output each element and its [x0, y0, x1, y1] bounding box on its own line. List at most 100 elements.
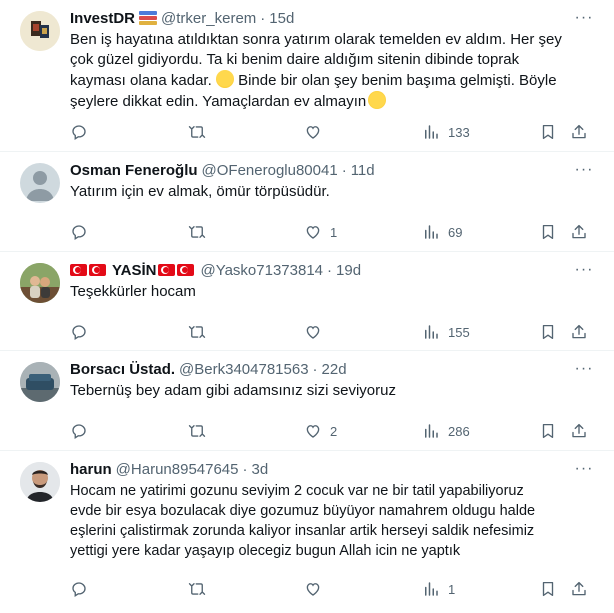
- reply-button[interactable]: [70, 122, 88, 142]
- author-handle[interactable]: @trker_kerem: [161, 10, 256, 27]
- tweet-time[interactable]: 15d: [269, 10, 294, 27]
- reply-icon: [72, 125, 86, 140]
- like-button[interactable]: 1: [304, 222, 337, 242]
- tweet-time[interactable]: 22d: [322, 361, 347, 378]
- tweet-actions: 155: [70, 322, 594, 342]
- tweet-actions: 2 286: [70, 421, 594, 441]
- smiling-face-emoji-icon: [215, 70, 234, 88]
- author-name[interactable]: Osman Feneroğlu: [70, 162, 198, 179]
- views-button[interactable]: 155: [422, 322, 470, 342]
- default-avatar-image: [26, 171, 54, 201]
- author-handle[interactable]: @Yasko71373814: [200, 262, 323, 279]
- more-icon[interactable]: ···: [574, 160, 594, 180]
- author-name[interactable]: Borsacı Üstad.: [70, 361, 175, 378]
- like-icon: [306, 126, 320, 139]
- like-button[interactable]: 2: [304, 421, 337, 441]
- share-button[interactable]: [570, 222, 588, 242]
- tweet-text: Yatırım için ev almak, ömür törpüsüdür.: [70, 183, 330, 200]
- views-icon: [425, 325, 438, 339]
- share-button[interactable]: [570, 322, 588, 342]
- retweet-icon: [188, 583, 206, 595]
- avatar[interactable]: [20, 263, 60, 303]
- tweet-time[interactable]: 19d: [336, 262, 361, 279]
- author-name[interactable]: InvestDR: [70, 10, 135, 27]
- reply-icon: [72, 325, 86, 340]
- bookmark-button[interactable]: [539, 421, 557, 441]
- avatar[interactable]: [20, 362, 60, 402]
- retweet-button[interactable]: [188, 421, 206, 441]
- tweet-actions: 1: [70, 579, 594, 599]
- reply-button[interactable]: [70, 579, 88, 599]
- tweet-yasin[interactable]: YASİN @Yasko71373814 · 19d ··· Teşekkürl…: [0, 252, 614, 351]
- tweet-time[interactable]: 3d: [252, 461, 269, 478]
- separator-dot: ·: [312, 360, 318, 378]
- share-button[interactable]: [570, 122, 588, 142]
- tweet-time[interactable]: 11d: [351, 162, 375, 179]
- views-count: 286: [448, 423, 470, 439]
- views-icon: [425, 225, 438, 239]
- views-button[interactable]: 286: [422, 421, 470, 441]
- tweet-harun[interactable]: harun @Harun89547645 · 3d ··· Hocam ne y…: [0, 451, 614, 613]
- turkish-flag-icon: [89, 264, 106, 276]
- tweet-borsaci-ustad[interactable]: Borsacı Üstad. @Berk3404781563 · 22d ···…: [0, 351, 614, 451]
- tweet-text: Hocam ne yatirimi gozunu seviyim 2 cocuk…: [70, 483, 536, 559]
- retweet-button[interactable]: [188, 322, 206, 342]
- reply-button[interactable]: [70, 322, 88, 342]
- like-button[interactable]: [304, 579, 330, 599]
- bookmark-button[interactable]: [539, 322, 557, 342]
- separator-dot: ·: [242, 460, 248, 478]
- views-count: 133: [448, 124, 470, 140]
- separator-dot: ·: [260, 9, 266, 27]
- author-handle[interactable]: @OFeneroglu80041: [202, 162, 338, 179]
- share-icon: [572, 224, 586, 239]
- book-cover-avatar-image: [20, 11, 60, 51]
- bookmark-icon: [542, 224, 554, 240]
- tweet-osman-feneroglu[interactable]: Osman Feneroğlu @OFeneroglu80041 · 11d ·…: [0, 152, 614, 252]
- tweet-investdr[interactable]: InvestDR @trker_kerem · 15d ··· Ben iş h…: [0, 0, 614, 152]
- more-icon[interactable]: ···: [574, 260, 594, 280]
- like-icon: [306, 226, 320, 239]
- retweet-button[interactable]: [188, 122, 206, 142]
- author-handle[interactable]: @Harun89547645: [116, 461, 239, 478]
- retweet-icon: [188, 226, 206, 238]
- retweet-button[interactable]: [188, 579, 206, 599]
- bookmark-button[interactable]: [539, 579, 557, 599]
- avatar[interactable]: [20, 163, 60, 203]
- author-name[interactable]: YASİN: [112, 262, 156, 279]
- sweat-smile-emoji-icon: [368, 91, 387, 109]
- author-name[interactable]: harun: [70, 461, 112, 478]
- like-button[interactable]: [304, 122, 330, 142]
- views-button[interactable]: 1: [422, 579, 455, 599]
- bookmark-button[interactable]: [539, 222, 557, 242]
- reply-button[interactable]: [70, 222, 88, 242]
- retweet-button[interactable]: [188, 222, 206, 242]
- bookmark-button[interactable]: [539, 122, 557, 142]
- more-icon[interactable]: ···: [574, 459, 594, 479]
- views-icon: [425, 582, 438, 596]
- share-button[interactable]: [570, 421, 588, 441]
- tweet-text: Tebernüş bey adam gibi adamsınız sizi se…: [70, 382, 396, 399]
- share-icon: [572, 324, 586, 339]
- turkish-flag-icon: [70, 264, 87, 276]
- more-icon[interactable]: ···: [574, 359, 594, 379]
- separator-dot: ·: [327, 261, 333, 279]
- avatar[interactable]: [20, 462, 60, 502]
- turkish-flag-icon: [177, 264, 195, 276]
- tweet-text: Ben iş hayatına atıldıktan sonra yatırım…: [70, 30, 598, 112]
- like-count: 2: [330, 423, 338, 439]
- views-button[interactable]: 133: [422, 122, 470, 142]
- photo-avatar-image: [20, 263, 60, 303]
- retweet-icon: [188, 425, 206, 437]
- like-button[interactable]: [304, 322, 330, 342]
- reply-button[interactable]: [70, 421, 88, 441]
- author-handle[interactable]: @Berk3404781563: [179, 361, 309, 378]
- tweet-actions: 1 69: [70, 222, 594, 242]
- more-icon[interactable]: ···: [574, 8, 594, 28]
- reply-icon: [72, 225, 86, 240]
- share-button[interactable]: [570, 579, 588, 599]
- books-emoji-icon: [139, 10, 158, 26]
- views-button[interactable]: 69: [422, 222, 462, 242]
- avatar[interactable]: [20, 11, 60, 51]
- retweet-icon: [188, 126, 206, 138]
- views-count: 155: [448, 324, 470, 340]
